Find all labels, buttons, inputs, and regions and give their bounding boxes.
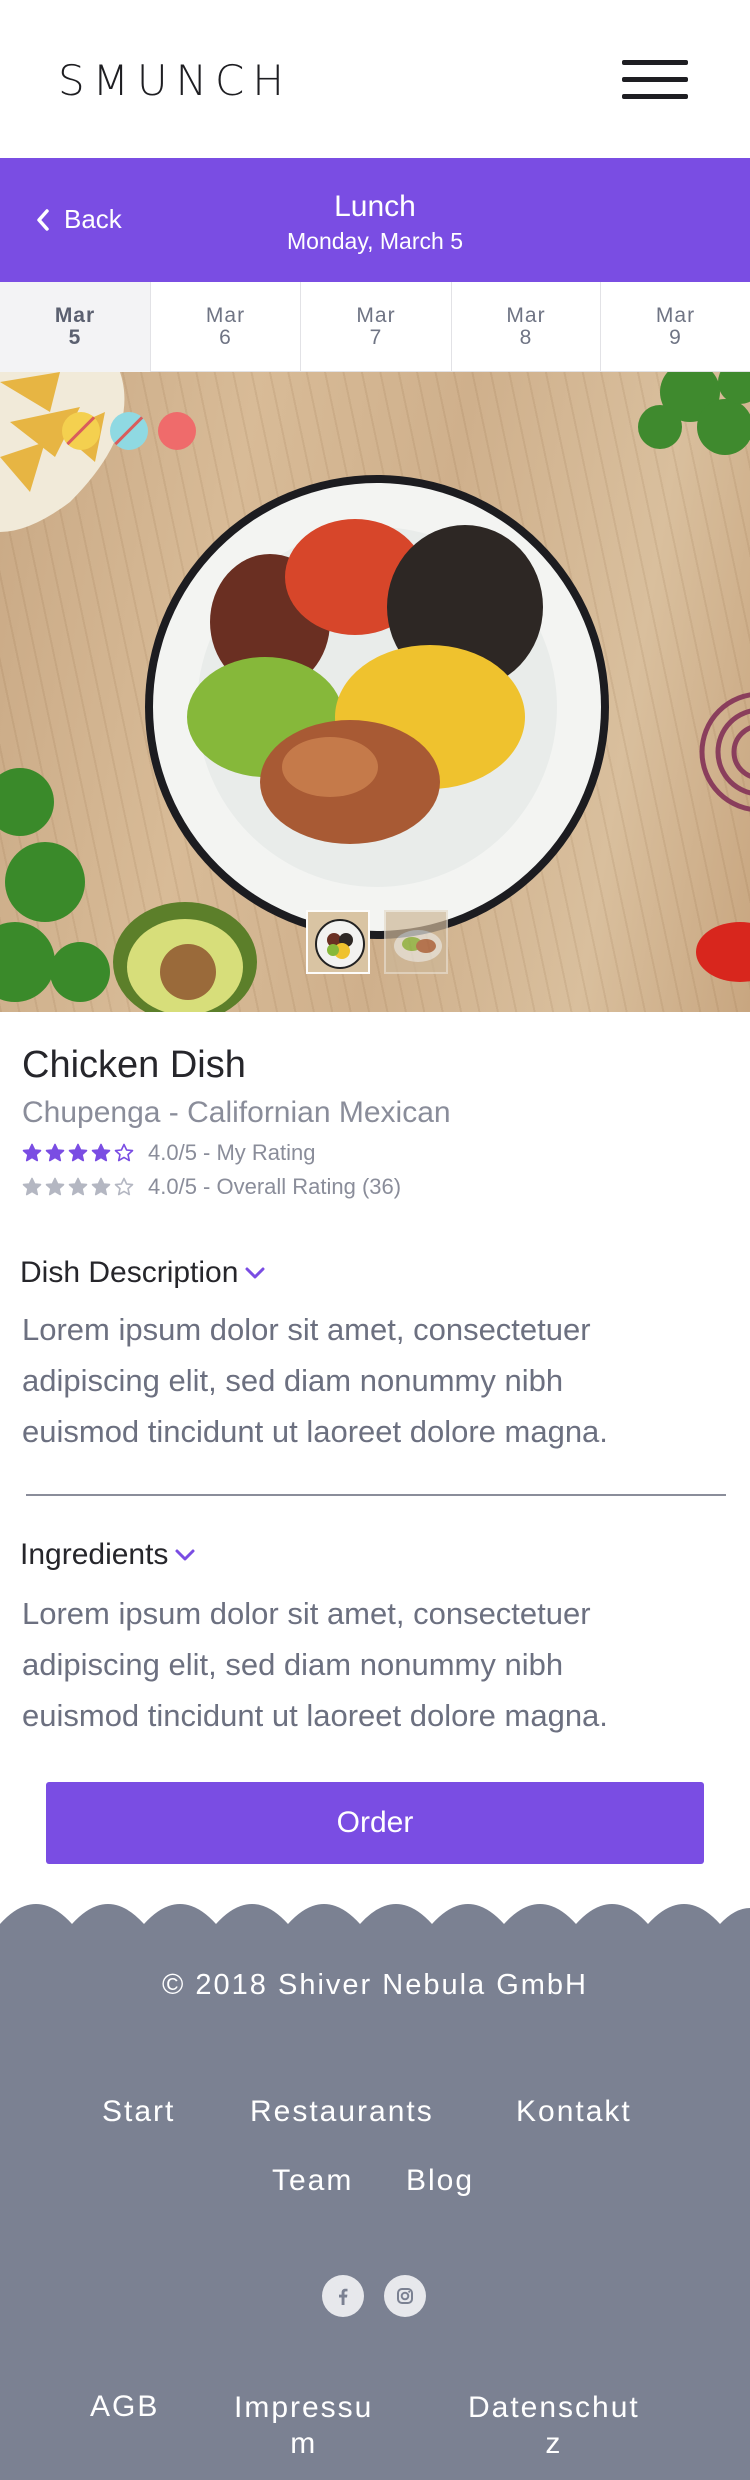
datenschutz-line: z xyxy=(545,2427,563,2460)
datenschutz-line: Datenschut xyxy=(468,2391,640,2424)
no-lactose-icon xyxy=(110,412,148,450)
ingredients-text: Lorem ipsum dolor sit amet, consectetuer… xyxy=(22,1588,722,1741)
footer-link-start[interactable]: Start xyxy=(102,2095,175,2129)
dish-description-text: Lorem ipsum dolor sit amet, consectetuer… xyxy=(22,1304,722,1457)
footer-link-blog[interactable]: Blog xyxy=(406,2164,474,2198)
date-tab-month: Mar xyxy=(655,303,696,327)
photo-thumbnail-2[interactable] xyxy=(384,910,448,974)
footer-link-kontakt[interactable]: Kontakt xyxy=(516,2095,632,2129)
impressum-line: m xyxy=(290,2427,318,2460)
star-empty-icon xyxy=(114,1177,134,1196)
date-tab-mar-6[interactable]: Mar 6 xyxy=(151,282,301,372)
section-divider xyxy=(26,1494,726,1496)
description-line: Lorem ipsum dolor sit amet, consectetuer xyxy=(22,1312,591,1347)
chevron-down-icon xyxy=(245,1267,265,1279)
dish-description-title: Dish Description xyxy=(20,1256,239,1289)
instagram-icon[interactable] xyxy=(384,2275,426,2317)
star-filled-icon xyxy=(68,1177,88,1196)
meal-title: Lunch xyxy=(334,190,416,223)
description-line: euismod tincidunt ut laoreet dolore magn… xyxy=(22,1414,608,1449)
top-header: SMUNCH xyxy=(0,0,750,158)
ingredients-line: adipiscing elit, sed diam nonummy nibh xyxy=(22,1647,564,1682)
diet-icons xyxy=(62,412,196,450)
ingredients-toggle[interactable]: Ingredients xyxy=(20,1538,196,1572)
order-button[interactable]: Order xyxy=(46,1782,704,1864)
date-tab-month: Mar xyxy=(506,303,546,327)
meal-day-bar: Back Lunch Monday, March 5 xyxy=(0,158,750,282)
hamburger-menu-icon[interactable] xyxy=(622,60,688,100)
footer-link-agb[interactable]: AGB xyxy=(90,2390,159,2424)
date-tab-day: 5 xyxy=(68,326,82,349)
star-filled-icon xyxy=(91,1177,111,1196)
no-gluten-icon xyxy=(62,412,100,450)
date-tab-mar-7[interactable]: Mar 7 xyxy=(301,282,452,372)
date-tabs: Mar 5 Mar 6 Mar 7 Mar 8 Mar 9 xyxy=(0,282,750,372)
impressum-line: Impressu xyxy=(234,2391,374,2424)
description-line: adipiscing elit, sed diam nonummy nibh xyxy=(22,1363,564,1398)
meal-date: Monday, March 5 xyxy=(287,228,463,254)
overall-rating: 4.0/5 - Overall Rating (36) xyxy=(22,1174,401,1200)
footer-link-restaurants[interactable]: Restaurants xyxy=(250,2095,434,2129)
date-tab-day: 7 xyxy=(369,326,383,349)
star-filled-icon xyxy=(22,1177,42,1196)
star-filled-icon xyxy=(45,1177,65,1196)
star-filled-icon[interactable] xyxy=(91,1143,111,1163)
footer-link-team[interactable]: Team xyxy=(272,2164,353,2198)
menu-bar xyxy=(622,77,688,82)
star-filled-icon[interactable] xyxy=(68,1143,88,1163)
footer-link-impressum[interactable]: Impressu m xyxy=(234,2390,373,2462)
my-rating-text: 4.0/5 - My Rating xyxy=(148,1140,316,1165)
date-tab-month: Mar xyxy=(54,303,96,327)
restaurant-name[interactable]: Chupenga - Californian Mexican xyxy=(22,1096,451,1130)
footer-copyright: © 2018 Shiver Nebula GmbH xyxy=(162,1969,588,2001)
my-rating-stars[interactable] xyxy=(22,1143,134,1163)
date-tab-day: 6 xyxy=(219,326,232,349)
photo-thumbnails xyxy=(306,910,448,974)
ingredients-line: Lorem ipsum dolor sit amet, consectetuer xyxy=(22,1596,591,1631)
my-rating[interactable]: 4.0/5 - My Rating xyxy=(22,1140,316,1166)
date-tab-month: Mar xyxy=(205,303,246,327)
ingredients-line: euismod tincidunt ut laoreet dolore magn… xyxy=(22,1698,608,1733)
date-tab-day: 8 xyxy=(519,326,533,349)
star-empty-icon[interactable] xyxy=(114,1143,134,1163)
star-filled-icon[interactable] xyxy=(45,1143,65,1163)
overall-rating-stars xyxy=(22,1177,134,1197)
star-filled-icon[interactable] xyxy=(22,1143,42,1163)
brand-logo[interactable]: SMUNCH xyxy=(58,56,292,105)
facebook-icon[interactable] xyxy=(322,2275,364,2317)
date-tab-day: 9 xyxy=(669,326,682,349)
footer-link-datenschutz[interactable]: Datenschut z xyxy=(468,2390,640,2462)
date-tab-mar-9[interactable]: Mar 9 xyxy=(601,282,750,372)
date-tab-mar-5[interactable]: Mar 5 xyxy=(0,282,151,372)
date-tab-month: Mar xyxy=(356,303,396,327)
ingredients-title: Ingredients xyxy=(20,1538,169,1571)
menu-bar xyxy=(622,94,688,99)
date-tab-mar-8[interactable]: Mar 8 xyxy=(452,282,601,372)
photo-thumbnail-1[interactable] xyxy=(306,910,370,974)
overall-rating-text: 4.0/5 - Overall Rating (36) xyxy=(148,1174,402,1199)
chevron-down-icon xyxy=(175,1549,195,1561)
dish-description-toggle[interactable]: Dish Description xyxy=(20,1256,266,1290)
dish-name: Chicken Dish xyxy=(22,1044,246,1086)
menu-bar xyxy=(622,60,688,65)
dish-photo[interactable] xyxy=(0,372,750,1012)
spicy-icon xyxy=(158,412,196,450)
